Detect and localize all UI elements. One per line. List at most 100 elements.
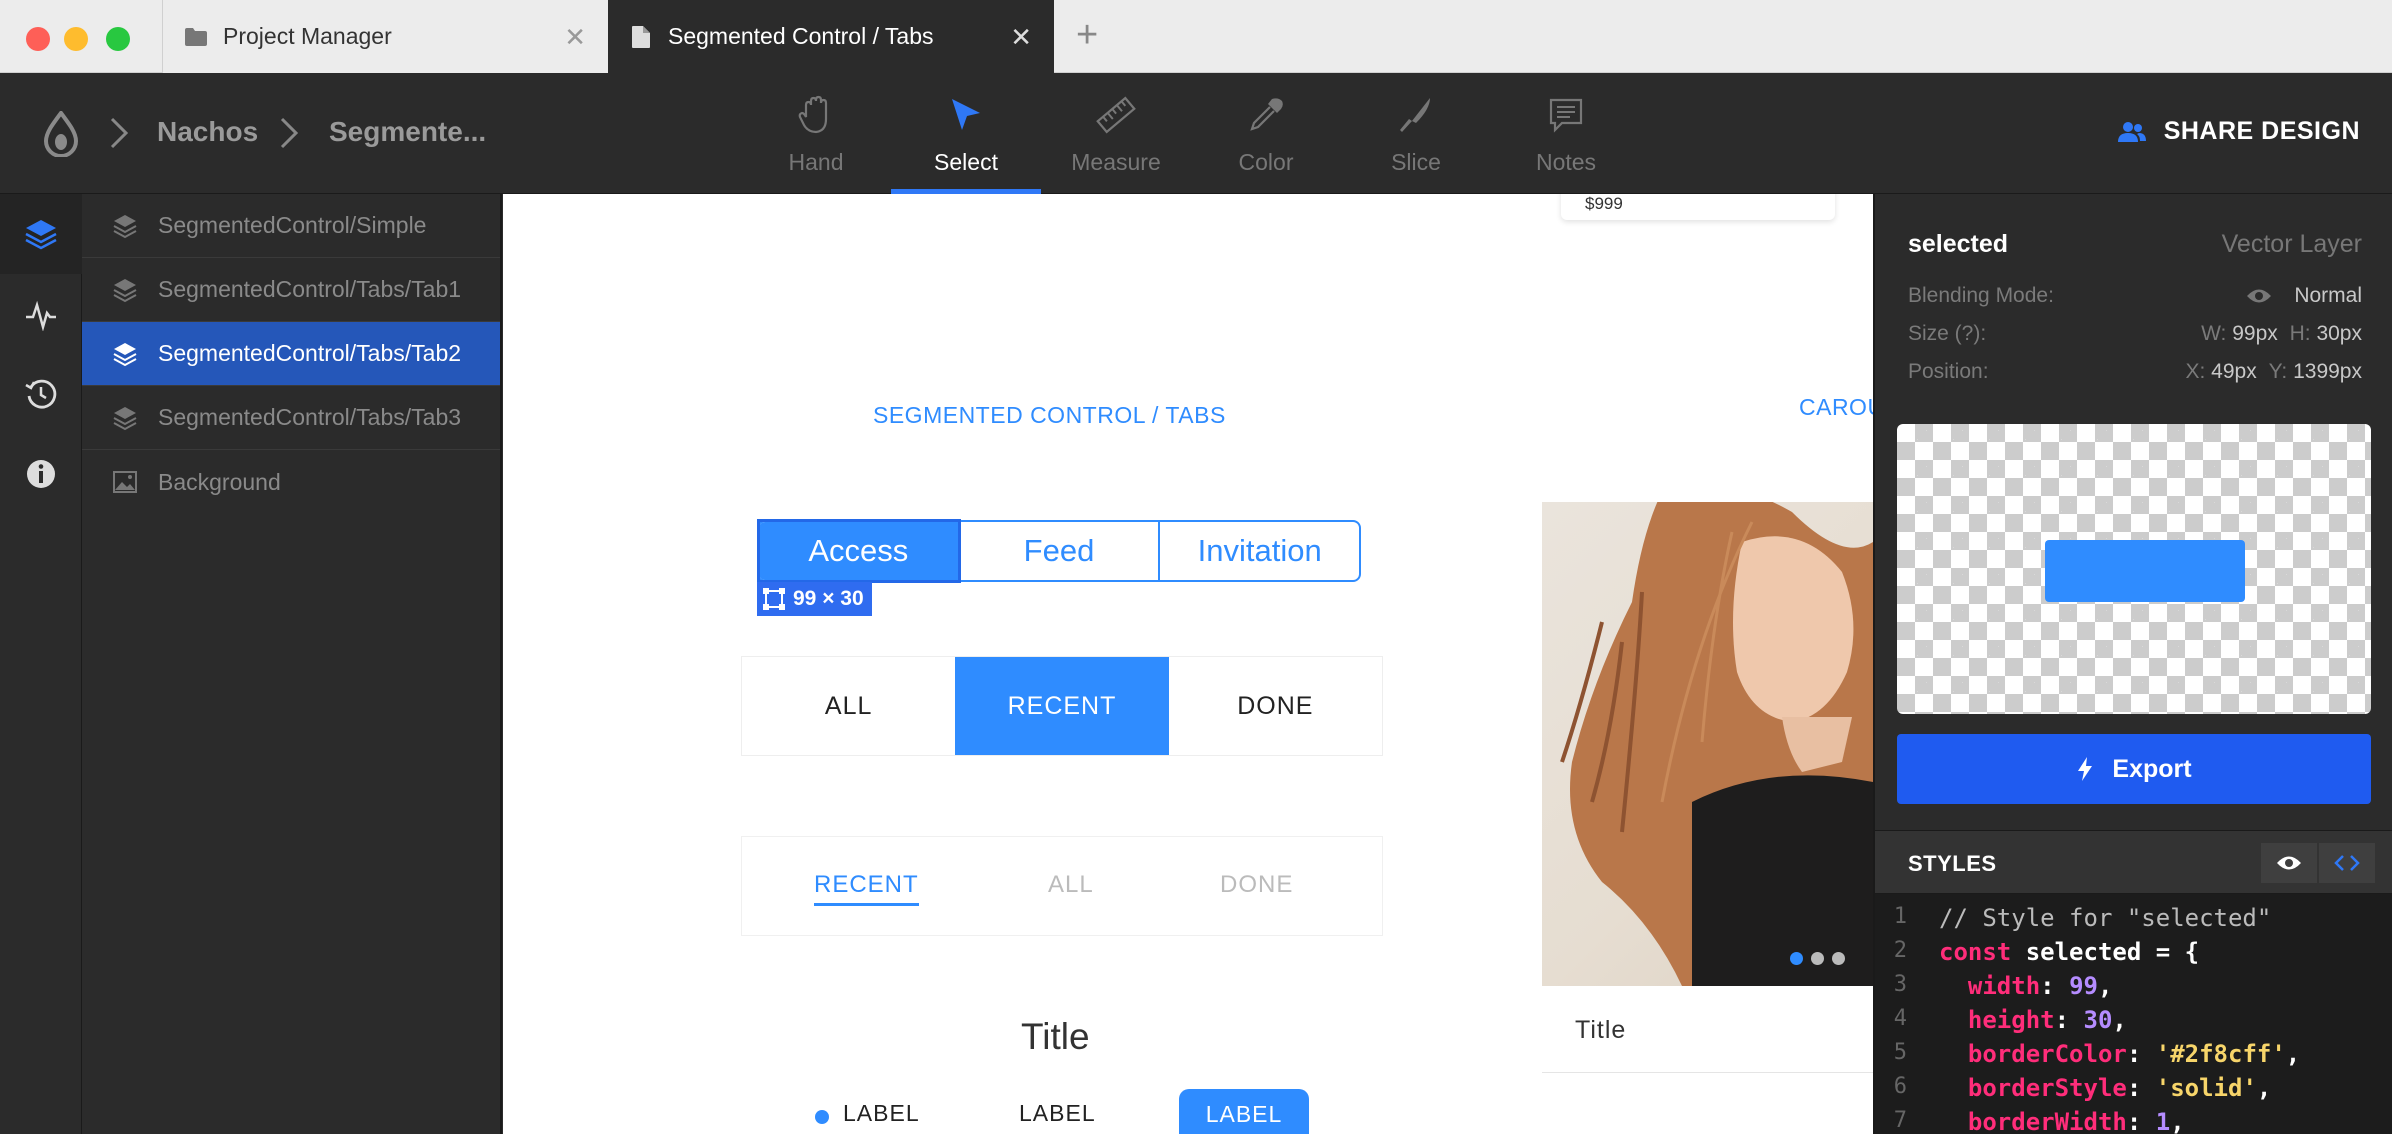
close-tab-icon[interactable]: ✕ [564, 22, 586, 53]
hand-icon [798, 95, 828, 134]
tab-project-manager[interactable]: Project Manager ✕ [162, 0, 608, 73]
tool-hand[interactable]: Hand [741, 73, 891, 194]
layers-panel: SegmentedControl/Simple SegmentedControl… [82, 194, 502, 1134]
chevron-right-icon [280, 117, 299, 149]
layer-stack-icon [113, 342, 137, 366]
active-dot [815, 1110, 829, 1124]
size-label: Size (?): [1908, 322, 1987, 345]
tab-segmented-control[interactable]: Segmented Control / Tabs ✕ [608, 0, 1054, 73]
code-line: 2 const selected = { [1893, 938, 2200, 966]
carousel-dot[interactable] [1811, 952, 1824, 965]
divider [1542, 1072, 1873, 1073]
segment-feed[interactable]: Feed [960, 522, 1161, 580]
segment-invitation[interactable]: Invitation [1160, 522, 1359, 580]
share-design-button[interactable]: SHARE DESIGN [2117, 117, 2360, 146]
new-tab-button[interactable]: + [1076, 14, 1098, 57]
size-value: W: 99px H: 30px [2201, 322, 2362, 345]
code-line: 7 borderWidth: 1, [1893, 1108, 2185, 1134]
layer-item[interactable]: SegmentedControl/Tabs/Tab1 [82, 258, 500, 322]
layer-stack-icon [113, 406, 137, 430]
underline-tabs: RECENT ALL DONE [741, 836, 1383, 936]
file-icon [630, 25, 652, 48]
ruler-icon [1096, 96, 1136, 134]
breadcrumb-project[interactable]: Nachos [157, 116, 258, 148]
app-window: Project Manager ✕ Segmented Control / Ta… [0, 0, 2392, 1134]
history-icon [25, 379, 57, 409]
eye-icon[interactable] [2246, 287, 2272, 305]
info-icon [27, 460, 55, 488]
layer-item[interactable]: Background [82, 450, 500, 514]
bounds-icon [763, 588, 785, 610]
styles-header: STYLES [1875, 830, 2392, 894]
carousel-dot[interactable] [1832, 952, 1845, 965]
code-icon [2334, 855, 2360, 871]
tool-select[interactable]: Select [891, 73, 1041, 194]
carousel-section-title: CAROUSEL [1799, 394, 1873, 420]
breadcrumb-screen[interactable]: Segmente... [329, 116, 486, 148]
tabs-title: Title [1021, 1016, 1090, 1057]
activity-rail-button[interactable] [0, 274, 82, 354]
design-canvas[interactable]: $999 SEGMENTED CONTROL / TABS CAROUSEL A… [503, 194, 1873, 1134]
tab-all[interactable]: ALL [742, 657, 955, 755]
lightning-icon [2078, 757, 2093, 781]
tab-recent[interactable]: RECENT [814, 871, 919, 906]
layer-item-selected[interactable]: SegmentedControl/Tabs/Tab2 [82, 322, 500, 386]
blending-label: Blending Mode: [1908, 284, 2054, 307]
layer-preview [1897, 424, 2371, 714]
code-line: 1// Style for "selected" [1893, 904, 2272, 932]
maximize-window-button[interactable] [106, 27, 130, 51]
minimize-window-button[interactable] [64, 27, 88, 51]
toolbar: Nachos Segmente... Hand Select Measure C… [0, 73, 2392, 194]
tool-measure[interactable]: Measure [1041, 73, 1191, 194]
position-label: Position: [1908, 360, 1989, 383]
tab-label: Project Manager [223, 23, 392, 49]
layer-item[interactable]: SegmentedControl/Simple [82, 194, 500, 258]
label-button-active[interactable]: LABEL [1179, 1089, 1309, 1134]
app-logo-icon[interactable] [42, 111, 80, 157]
users-icon [2117, 121, 2146, 142]
history-rail-button[interactable] [0, 354, 82, 434]
layers-icon [25, 220, 57, 250]
tool-slice[interactable]: Slice [1341, 73, 1491, 194]
portrait-image [1560, 502, 1873, 986]
price-card: $999 [1561, 194, 1835, 220]
info-rail-button[interactable] [0, 434, 82, 514]
selection-outline [757, 519, 961, 583]
carousel-dot-active[interactable] [1790, 952, 1803, 965]
position-value: X: 49px Y: 1399px [2185, 360, 2362, 383]
code-line: 6 borderStyle: 'solid', [1893, 1074, 2272, 1102]
eye-icon [2277, 856, 2301, 870]
close-tab-icon[interactable]: ✕ [1010, 22, 1032, 53]
chevron-right-icon [110, 117, 129, 149]
export-button[interactable]: Export [1897, 734, 2371, 804]
section-title: SEGMENTED CONTROL / TABS [873, 402, 1226, 428]
tool-notes[interactable]: Notes [1491, 73, 1641, 194]
cursor-icon [952, 99, 980, 130]
tab-done[interactable]: DONE [1220, 871, 1293, 899]
left-rail [0, 194, 82, 1134]
carousel-photo [1542, 502, 1873, 986]
comment-icon [1549, 98, 1583, 133]
tab-label: Segmented Control / Tabs [668, 23, 934, 49]
layer-type: Vector Layer [2221, 230, 2362, 258]
code-line: 4 height: 30, [1893, 1006, 2127, 1034]
tab-all[interactable]: ALL [1048, 871, 1094, 899]
card-title: Title [1575, 1016, 1627, 1044]
layer-item[interactable]: SegmentedControl/Tabs/Tab3 [82, 386, 500, 450]
label-tab[interactable]: LABEL [843, 1100, 920, 1127]
eyedropper-icon [1250, 98, 1283, 131]
code-line: 3 width: 99, [1893, 972, 2113, 1000]
close-window-button[interactable] [26, 27, 50, 51]
label-tab[interactable]: LABEL [1019, 1100, 1096, 1127]
tab-recent[interactable]: RECENT [955, 657, 1169, 755]
layer-stack-icon [113, 214, 137, 238]
preview-shape [2045, 540, 2245, 602]
tool-color[interactable]: Color [1191, 73, 1341, 194]
knife-icon [1400, 98, 1430, 132]
segmented-control-tabs: ALL RECENT DONE [741, 656, 1383, 756]
pulse-icon [26, 300, 56, 331]
layers-rail-button[interactable] [0, 194, 82, 274]
preview-toggle-button[interactable] [2261, 843, 2317, 883]
code-toggle-button[interactable] [2319, 843, 2375, 883]
tab-done[interactable]: DONE [1169, 657, 1382, 755]
